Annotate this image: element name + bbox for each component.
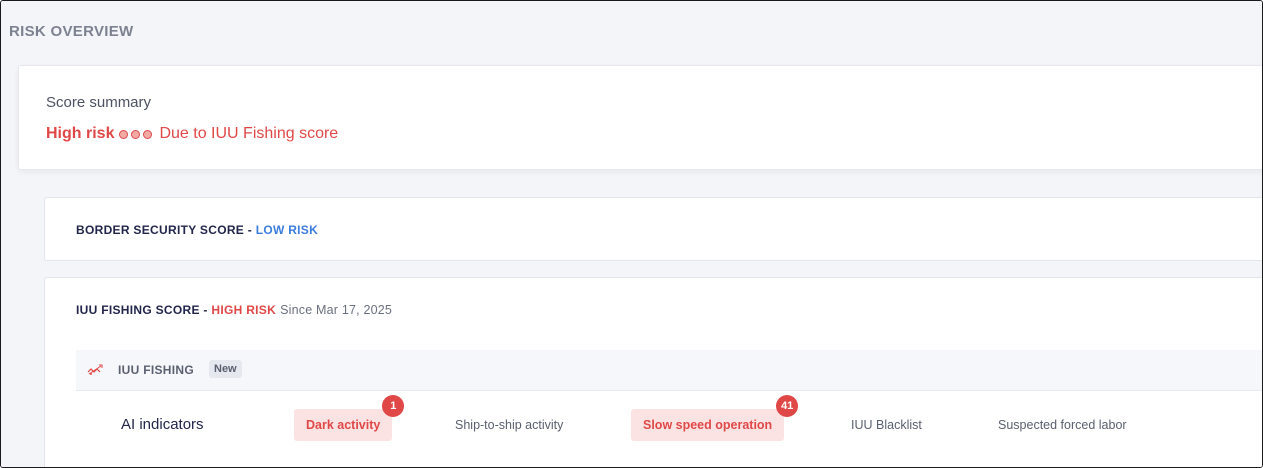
iuu-fishing-panel-header[interactable]: IUU FISHING New	[76, 350, 1262, 391]
iuu-fishing-score-title[interactable]: IUU FISHING SCORE - HIGH RISK Since Mar 1…	[76, 303, 392, 317]
since-date: Since Mar 17, 2025	[280, 303, 393, 317]
new-badge: New	[209, 360, 242, 378]
risk-overview-panel: RISK OVERVIEW Score summary High risk Du…	[0, 0, 1263, 468]
iuu-risk-badge: HIGH RISK	[211, 303, 277, 317]
risk-dot-icon	[143, 129, 153, 139]
title-separator: -	[244, 223, 256, 237]
indicator-dark-activity[interactable]: Dark activity 1	[294, 395, 405, 441]
iuu-score-title-text: IUU FISHING SCORE	[76, 303, 200, 317]
border-security-score-card[interactable]: BORDER SECURITY SCORE - LOW RISK	[44, 197, 1262, 261]
score-summary-label: Score summary	[46, 94, 152, 111]
border-security-risk-badge: LOW RISK	[255, 223, 319, 237]
ai-indicators-label: AI indicators	[121, 416, 204, 433]
risk-dot-icon	[131, 129, 141, 139]
iuu-fishing-panel-title: IUU FISHING	[118, 363, 194, 377]
indicator-label: IUU Blacklist	[851, 418, 922, 432]
fish-icon	[87, 364, 103, 375]
indicator-label: Dark activity	[306, 418, 381, 432]
section-title: RISK OVERVIEW	[9, 23, 134, 40]
section-header: RISK OVERVIEW	[1, 1, 1262, 63]
risk-dots	[119, 129, 153, 139]
indicator-count-badge: 41	[776, 395, 799, 417]
border-security-title-text: BORDER SECURITY SCORE	[76, 223, 245, 237]
indicator-iuu-blacklist[interactable]: IUU Blacklist	[839, 409, 934, 441]
indicator-label: Ship-to-ship activity	[455, 418, 564, 432]
title-separator: -	[199, 303, 212, 317]
indicator-label: Slow speed operation	[643, 418, 773, 432]
indicator-label: Suspected forced labor	[998, 418, 1127, 432]
indicator-ship-to-ship-activity[interactable]: Ship-to-ship activity	[443, 409, 575, 441]
iuu-fishing-score-card: IUU FISHING SCORE - HIGH RISK Since Mar 1…	[44, 277, 1262, 467]
score-summary-card: Score summary High risk Due to IUU Fishi…	[18, 65, 1262, 170]
indicator-count-badge: 1	[382, 395, 405, 417]
indicator-slow-speed-operation[interactable]: Slow speed operation 41	[631, 395, 799, 441]
risk-dot-icon	[119, 129, 129, 139]
indicator-suspected-forced-labor[interactable]: Suspected forced labor	[986, 409, 1139, 441]
border-security-score-title: BORDER SECURITY SCORE - LOW RISK	[76, 223, 318, 237]
risk-level-text: High risk	[46, 125, 115, 142]
risk-reason-text: Due to IUU Fishing score	[159, 125, 339, 142]
score-summary-line: High risk Due to IUU Fishing score	[46, 125, 338, 143]
